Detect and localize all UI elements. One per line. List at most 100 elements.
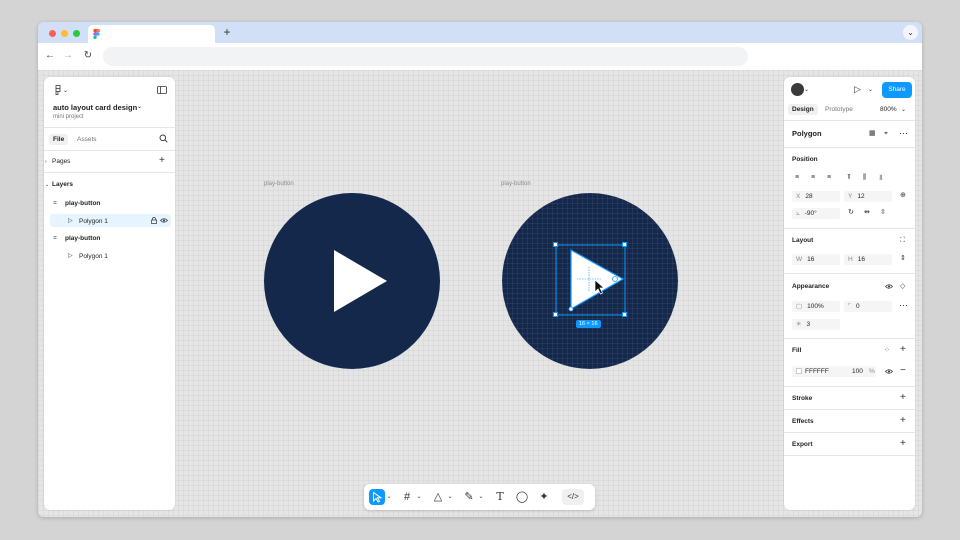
point-count-field[interactable]: ✳ 3 <box>792 319 840 330</box>
comment-tool-icon[interactable]: ◯ <box>514 489 530 505</box>
shape-tool-icon[interactable]: △ <box>430 489 446 505</box>
rotation-field[interactable]: ⦣ -90° <box>792 208 840 219</box>
tab-design[interactable]: Design <box>788 104 818 115</box>
align-right-icon[interactable]: ≡ <box>827 173 831 183</box>
tab-search-button[interactable]: ⌄ <box>903 25 918 40</box>
lock-icon[interactable] <box>151 217 157 224</box>
forward-button[interactable]: → <box>61 49 75 63</box>
variables-icon[interactable]: ⌖ <box>884 129 888 139</box>
file-name[interactable]: auto layout card design <box>53 103 137 112</box>
align-center-icon[interactable]: ≡ <box>811 173 815 183</box>
remove-fill-icon[interactable]: − <box>900 366 906 376</box>
chevron-down-icon[interactable]: ⌄ <box>868 85 873 95</box>
tab-assets[interactable]: Assets <box>73 134 101 145</box>
eye-icon[interactable] <box>160 218 168 223</box>
actions-tool-icon[interactable]: ✦ <box>536 489 552 505</box>
chevron-down-icon[interactable]: ⌄ <box>415 489 423 505</box>
browser-toolbar: ← → ↻ <box>38 43 922 70</box>
layer-item[interactable]: play-button <box>65 200 100 207</box>
align-top-icon[interactable]: ⫪ <box>847 173 851 183</box>
frame-tool-icon[interactable]: # <box>399 489 415 505</box>
resize-to-fit-icon[interactable]: ⛶ <box>900 236 905 246</box>
tab-prototype[interactable]: Prototype <box>821 104 857 115</box>
sidebar-toggle-icon[interactable] <box>157 86 167 94</box>
minimize-window-dot[interactable] <box>61 30 68 37</box>
zoom-level[interactable]: 800% <box>880 106 897 113</box>
styles-icon[interactable]: ⁘ <box>884 346 890 356</box>
fill-field[interactable]: FFFFFF 100 % <box>792 366 876 377</box>
play-icon[interactable] <box>334 250 388 312</box>
rotate-icon[interactable]: ↻ <box>848 208 854 218</box>
layer-item[interactable]: Polygon 1 <box>79 218 108 225</box>
add-effect-icon[interactable]: + <box>900 416 906 426</box>
maximize-window-dot[interactable] <box>73 30 80 37</box>
project-name[interactable]: mini project <box>53 114 84 120</box>
address-bar[interactable] <box>103 47 748 66</box>
new-tab-button[interactable]: + <box>221 25 233 39</box>
tab-file[interactable]: File <box>49 134 69 145</box>
resize-handle-bottom-left[interactable] <box>553 312 558 317</box>
resize-handle-top-left[interactable] <box>553 242 558 247</box>
play-button-frame-selected[interactable]: 16 × 16 <box>502 193 678 369</box>
browser-tab[interactable] <box>88 25 215 43</box>
align-left-icon[interactable]: ≡ <box>795 173 799 183</box>
blend-mode-icon[interactable]: ◇ <box>900 282 905 292</box>
dev-mode-icon[interactable]: </> <box>562 489 584 505</box>
play-icon-selected[interactable] <box>555 243 627 317</box>
more-icon[interactable]: ⋯ <box>899 128 908 138</box>
chevron-down-icon[interactable]: ⌄ <box>385 489 393 505</box>
avatar[interactable] <box>791 83 804 96</box>
chevron-down-icon[interactable]: ⌄ <box>63 86 68 96</box>
add-fill-icon[interactable]: + <box>900 345 906 355</box>
corner-radius-field[interactable]: ⌜ 0 <box>844 301 892 312</box>
chevron-down-icon[interactable]: ⌄ <box>477 489 485 505</box>
size-badge: 16 × 16 <box>576 320 601 328</box>
chevron-down-icon[interactable]: ⌄ <box>45 180 49 190</box>
y-field[interactable]: Y 12 <box>844 191 892 202</box>
present-icon[interactable]: ▷ <box>854 84 861 94</box>
eye-icon[interactable] <box>885 369 893 374</box>
text-tool-icon[interactable]: T <box>492 489 508 505</box>
move-tool-icon[interactable] <box>369 489 385 505</box>
layer-item[interactable]: Polygon 1 <box>79 253 108 260</box>
w-label: W <box>796 256 803 263</box>
chevron-right-icon[interactable]: › <box>45 157 47 167</box>
eye-icon[interactable] <box>885 284 893 289</box>
pages-label[interactable]: Pages <box>52 158 70 165</box>
layer-item[interactable]: play-button <box>65 235 100 242</box>
frame-label[interactable]: play-button <box>264 181 294 187</box>
resize-handle-top-right[interactable] <box>622 242 627 247</box>
back-button[interactable]: ← <box>43 49 57 63</box>
flip-vertical-icon[interactable]: ⇳ <box>880 208 886 218</box>
x-field[interactable]: X 28 <box>792 191 840 202</box>
add-export-icon[interactable]: + <box>900 439 906 449</box>
search-icon[interactable] <box>159 134 168 143</box>
frame-label[interactable]: play-button <box>501 181 531 187</box>
resize-handle-bottom-right[interactable] <box>622 312 627 317</box>
constraints-icon[interactable]: ⊕ <box>900 191 906 201</box>
figma-menu-icon[interactable] <box>53 85 63 95</box>
chevron-down-icon[interactable]: ⌄ <box>901 105 906 115</box>
chevron-down-icon[interactable]: ⌄ <box>804 85 809 95</box>
align-bottom-icon[interactable]: ⫫ <box>879 173 883 183</box>
constrain-proportions-icon[interactable]: ⇕ <box>900 254 906 264</box>
opacity-field[interactable]: ▢ 100% <box>792 301 840 312</box>
browser-tab-bar: + ⌄ <box>38 22 922 43</box>
add-stroke-icon[interactable]: + <box>900 393 906 403</box>
component-icon[interactable]: ▦ <box>869 129 876 139</box>
fill-swatch[interactable] <box>796 368 802 375</box>
flip-horizontal-icon[interactable]: ⇹ <box>864 208 870 218</box>
align-middle-icon[interactable]: ⫼ <box>863 173 866 183</box>
height-field[interactable]: H 16 <box>844 254 892 265</box>
share-button[interactable]: Share <box>882 82 912 98</box>
pen-tool-icon[interactable]: ✎ <box>461 489 477 505</box>
more-icon[interactable]: ⋯ <box>899 300 908 310</box>
reload-button[interactable]: ↻ <box>81 49 95 63</box>
file-chevron-icon[interactable]: ⌄ <box>137 103 142 110</box>
add-page-button[interactable]: + <box>159 156 165 166</box>
divider <box>44 127 175 128</box>
width-field[interactable]: W 16 <box>792 254 840 265</box>
play-button-frame[interactable] <box>264 193 440 369</box>
close-window-dot[interactable] <box>49 30 56 37</box>
chevron-down-icon[interactable]: ⌄ <box>446 489 454 505</box>
